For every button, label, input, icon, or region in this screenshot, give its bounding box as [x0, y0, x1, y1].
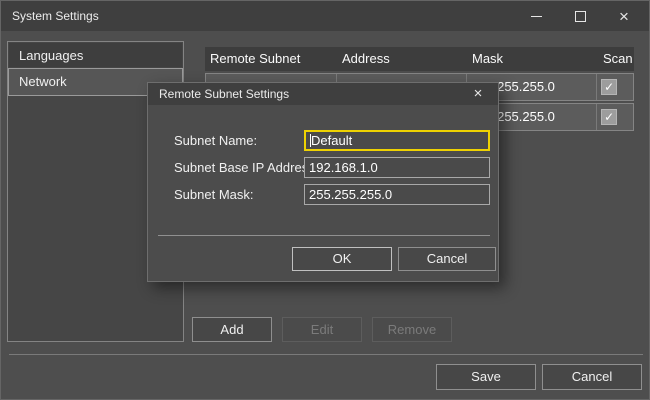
close-icon: × [619, 8, 629, 25]
edit-button[interactable]: Edit [282, 317, 362, 342]
remote-subnet-settings-dialog: Remote Subnet Settings × Subnet Name: De… [147, 82, 499, 282]
column-header-mask[interactable]: Mask [467, 47, 598, 71]
column-header-scan[interactable]: Scan [598, 47, 634, 71]
caption-buttons: × [514, 1, 646, 31]
window-titlebar: System Settings × [1, 1, 649, 31]
minimize-button[interactable] [514, 1, 558, 31]
ok-button[interactable]: OK [292, 247, 392, 271]
system-settings-window: System Settings × Languages Network Remo… [0, 0, 650, 400]
subnet-base-ip-input[interactable]: 192.168.1.0 [304, 157, 490, 178]
remove-button[interactable]: Remove [372, 317, 452, 342]
column-header-address[interactable]: Address [337, 47, 467, 71]
save-button[interactable]: Save [436, 364, 536, 390]
maximize-button[interactable] [558, 1, 602, 31]
scan-checkbox[interactable]: ✓ [601, 109, 617, 125]
footer-separator [9, 354, 643, 355]
add-button[interactable]: Add [192, 317, 272, 342]
table-header: Remote Subnet Address Mask Scan [205, 47, 634, 71]
subnet-mask-input[interactable]: 255.255.255.0 [304, 184, 490, 205]
subnet-base-ip-label: Subnet Base IP Address: [174, 157, 318, 179]
close-button[interactable]: × [602, 1, 646, 31]
cell-scan: ✓ [597, 104, 633, 130]
dialog-separator [158, 235, 490, 236]
subnet-name-label: Subnet Name: [174, 130, 257, 152]
maximize-icon [575, 11, 586, 22]
cell-scan: ✓ [597, 74, 633, 100]
dialog-close-button[interactable]: × [464, 83, 492, 105]
minimize-icon [531, 16, 542, 17]
scan-checkbox[interactable]: ✓ [601, 79, 617, 95]
subnet-mask-label: Subnet Mask: [174, 184, 254, 206]
subnet-name-input[interactable]: Default [304, 130, 490, 151]
dialog-titlebar: Remote Subnet Settings × [148, 83, 498, 105]
column-header-remote-subnet[interactable]: Remote Subnet [205, 47, 337, 71]
footer-cancel-button[interactable]: Cancel [542, 364, 642, 390]
dialog-title: Remote Subnet Settings [148, 87, 289, 101]
dialog-cancel-button[interactable]: Cancel [398, 247, 496, 271]
window-title: System Settings [1, 9, 99, 23]
dialog-close-icon: × [474, 85, 483, 102]
sidebar-item-languages[interactable]: Languages [8, 42, 183, 68]
